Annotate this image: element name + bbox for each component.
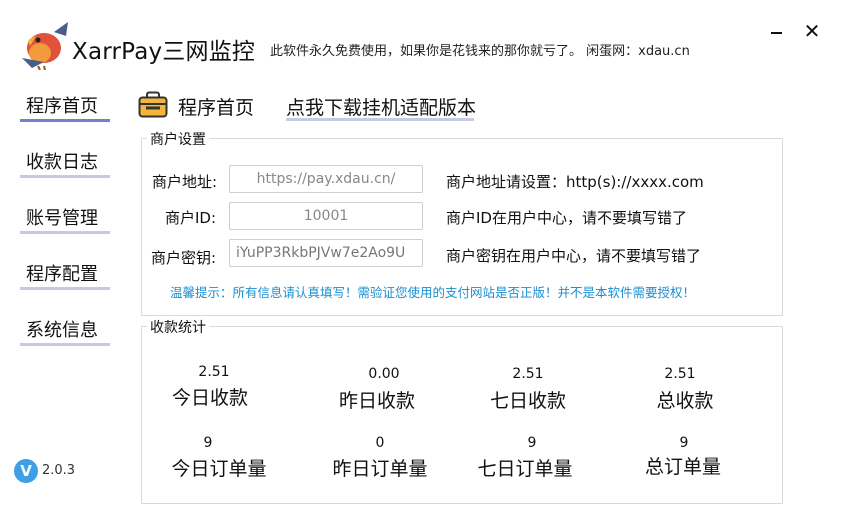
- merchant-address-hint: 商户地址请设置：http(s)://xxxx.com: [446, 173, 704, 191]
- payment-stats-legend: 收款统计: [147, 317, 209, 337]
- minimize-button[interactable]: [770, 22, 784, 38]
- app-title: XarrPay三网监控: [72, 39, 256, 65]
- sidebar-item-program-config[interactable]: 程序配置: [20, 260, 110, 290]
- download-link-underline: [286, 118, 474, 121]
- close-button[interactable]: ✕: [803, 21, 821, 41]
- sidebar-item-underline: [20, 343, 110, 346]
- sidebar-item-home[interactable]: 程序首页: [20, 92, 110, 122]
- merchant-address-input[interactable]: [229, 165, 423, 193]
- week-orders-value: 9: [527, 435, 537, 451]
- sidebar-item-underline: [20, 287, 110, 290]
- total-orders-label: 总订单量: [644, 456, 721, 478]
- total-amount-value: 2.51: [664, 366, 696, 382]
- version-icon: V: [14, 459, 38, 483]
- sidebar-item-label: 程序配置: [26, 264, 98, 285]
- yesterday-orders-label: 昨日订单量: [332, 458, 428, 480]
- today-orders-value: 9: [203, 435, 213, 451]
- merchant-settings-legend: 商户设置: [147, 129, 209, 149]
- version-text: 2.0.3: [42, 463, 76, 478]
- sidebar-item-label: 收款日志: [26, 152, 98, 173]
- sidebar-item-label: 账号管理: [26, 208, 98, 229]
- bird-logo-icon: [22, 22, 68, 70]
- total-orders-value: 9: [679, 435, 689, 451]
- sidebar-item-label: 系统信息: [26, 320, 98, 341]
- yesterday-amount-label: 昨日收款: [338, 390, 415, 412]
- week-orders-label: 七日订单量: [477, 458, 573, 480]
- merchant-key-hint: 商户密钥在用户中心，请不要填写错了: [446, 247, 702, 265]
- sidebar-item-underline: [20, 119, 110, 122]
- sidebar-item-underline: [20, 231, 110, 234]
- briefcase-icon: [138, 91, 168, 118]
- merchant-address-label: 商户地址:: [152, 173, 218, 191]
- today-amount-value: 2.51: [198, 364, 230, 380]
- sidebar-item-account-management[interactable]: 账号管理: [20, 204, 110, 234]
- page-title: 程序首页: [178, 97, 255, 119]
- week-amount-label: 七日收款: [489, 390, 566, 412]
- yesterday-amount-value: 0.00: [368, 366, 400, 382]
- app-tagline: 此软件永久免费使用，如果你是花钱来的那你就亏了。 闲蛋网：xdau.cn: [270, 44, 690, 59]
- merchant-key-label: 商户密钥:: [151, 249, 217, 267]
- total-amount-label: 总收款: [656, 390, 714, 412]
- sidebar-item-underline: [20, 175, 110, 178]
- tip-text: 温馨提示：所有信息请认真填写！需验证您使用的支付网站是否正版！并不是本软件需要授…: [170, 285, 696, 300]
- sidebar-item-system-info[interactable]: 系统信息: [20, 316, 110, 346]
- today-orders-label: 今日订单量: [171, 458, 267, 480]
- yesterday-orders-value: 0: [375, 435, 385, 451]
- merchant-key-input[interactable]: [229, 239, 423, 267]
- merchant-id-hint: 商户ID在用户中心，请不要填写错了: [446, 209, 687, 227]
- sidebar-item-payment-log[interactable]: 收款日志: [20, 148, 110, 178]
- merchant-id-input[interactable]: [229, 202, 423, 230]
- merchant-id-label: 商户ID:: [165, 209, 217, 227]
- download-link[interactable]: 点我下载挂机适配版本: [286, 93, 476, 120]
- week-amount-value: 2.51: [512, 366, 544, 382]
- sidebar-item-label: 程序首页: [26, 96, 98, 117]
- today-amount-label: 今日收款: [171, 387, 248, 409]
